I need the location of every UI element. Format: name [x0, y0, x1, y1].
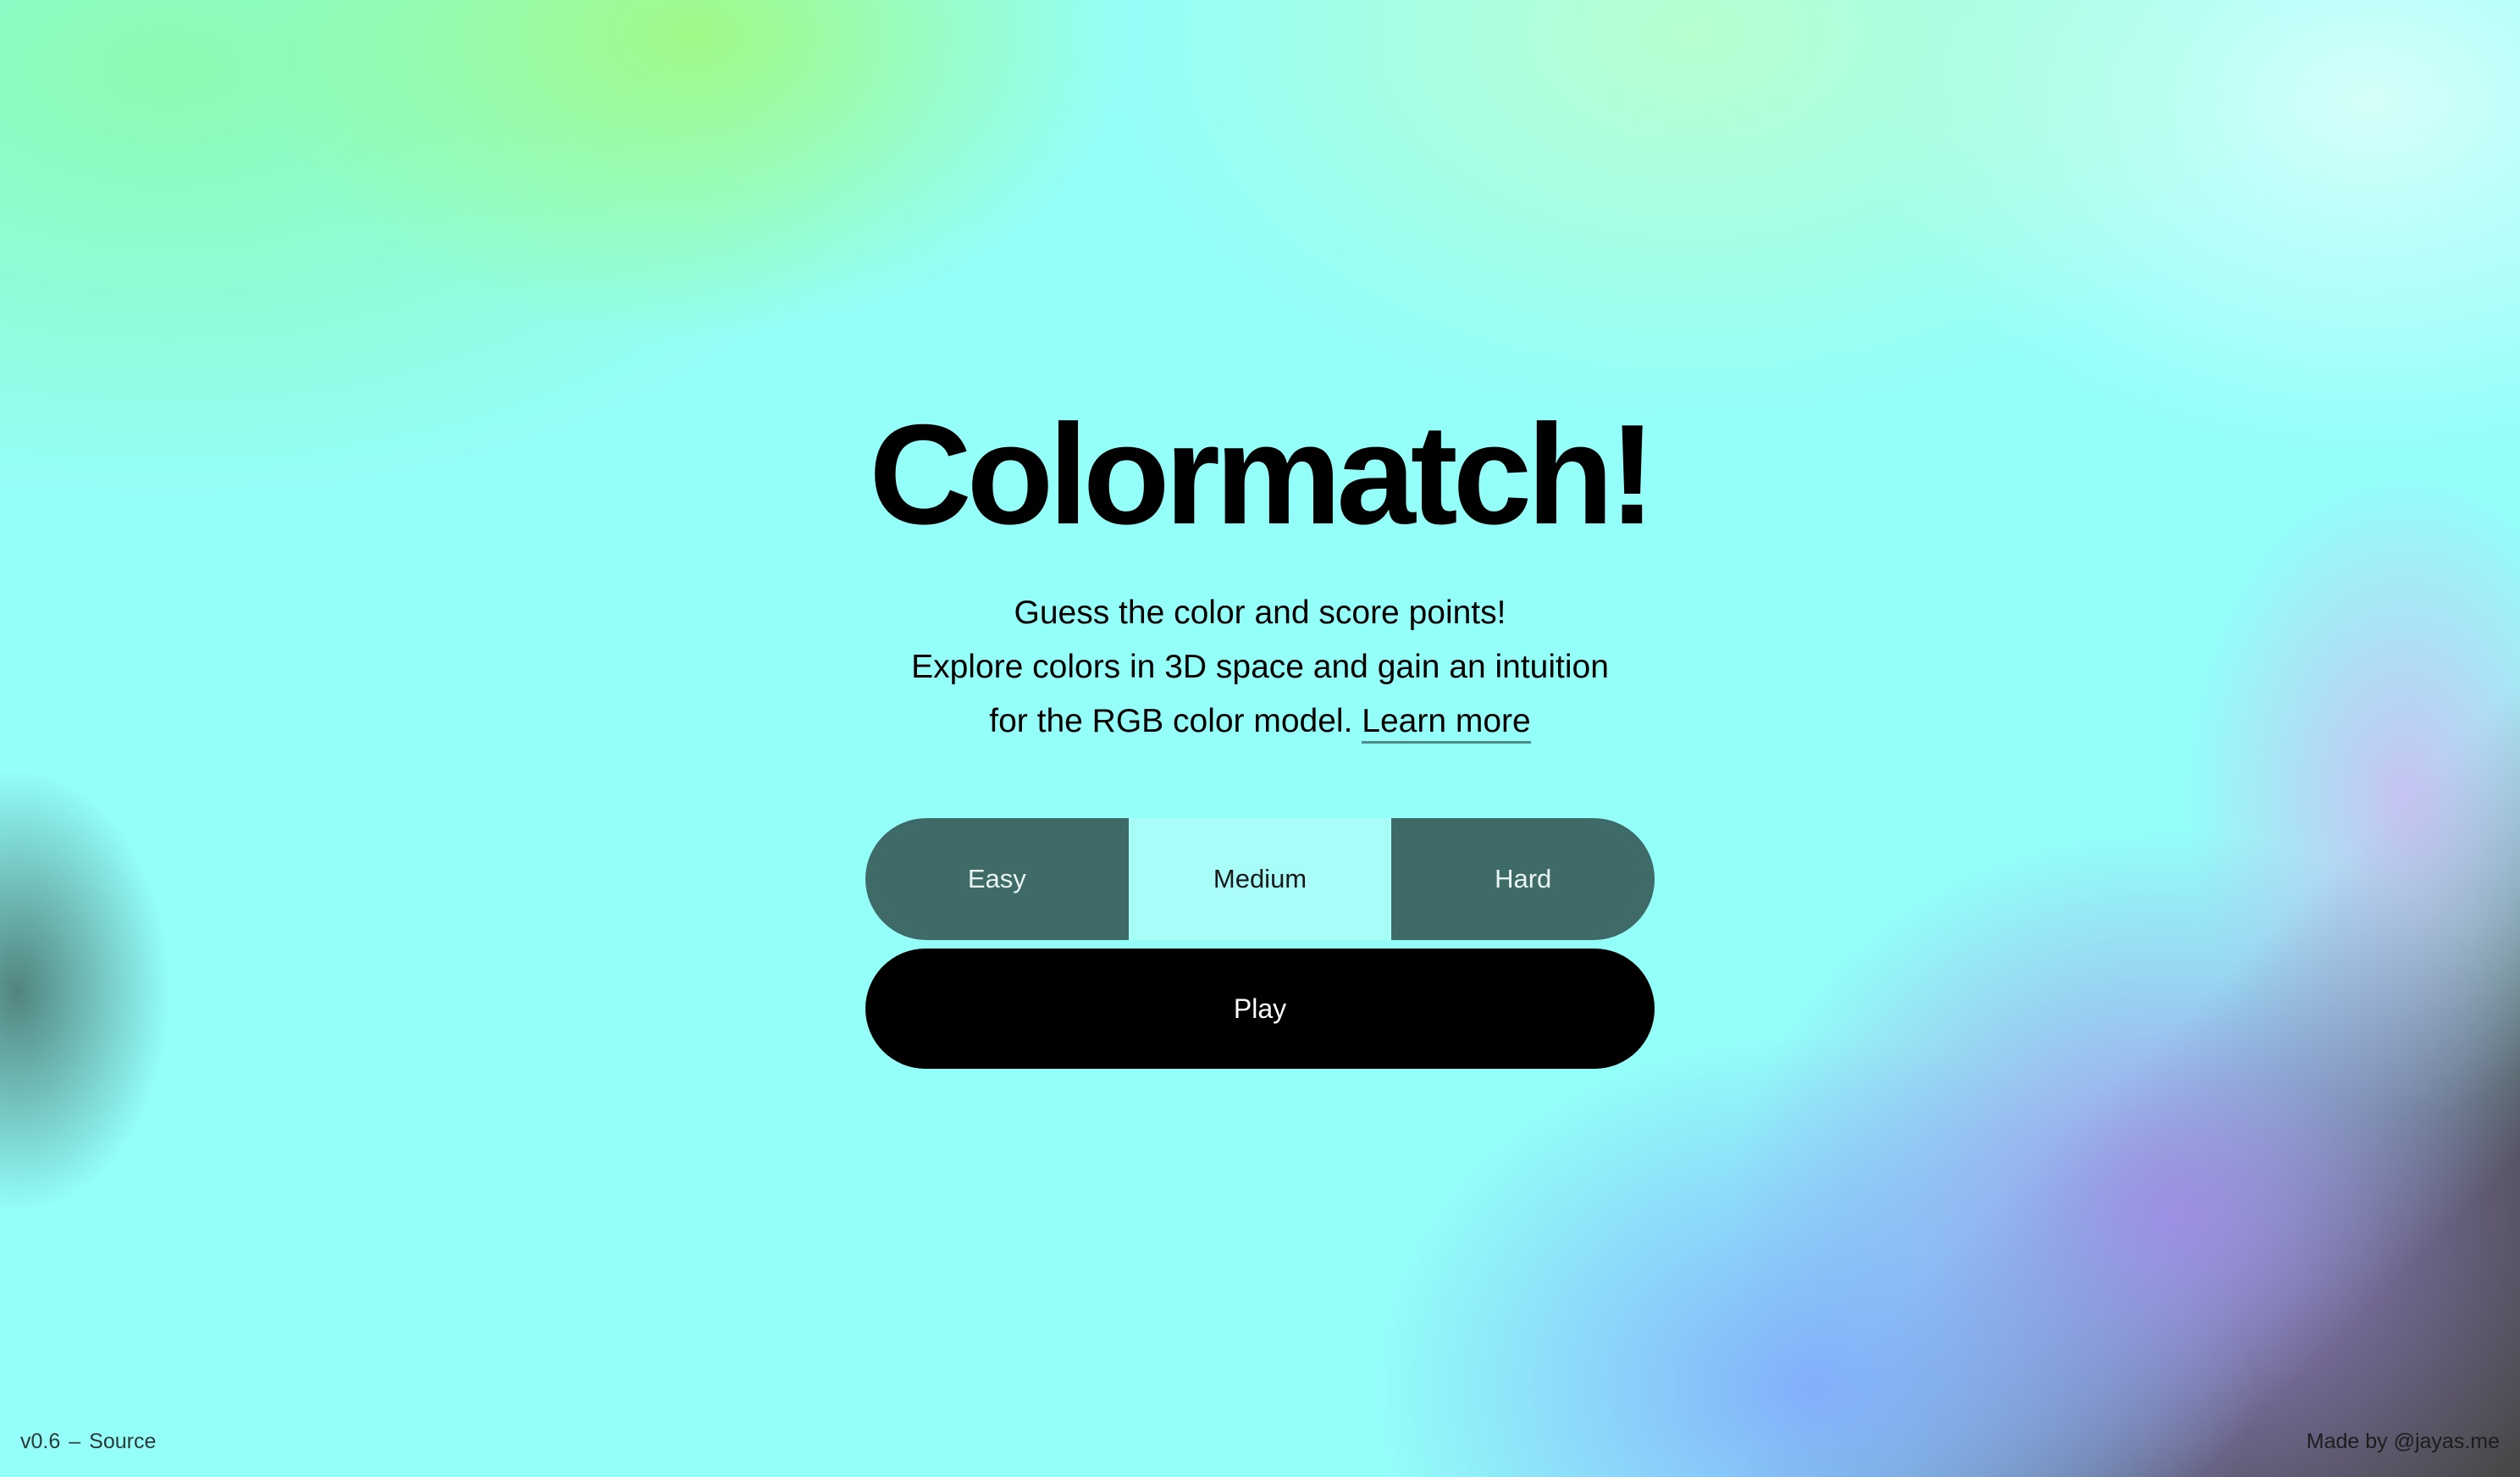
version-label: v0.6: [20, 1430, 61, 1453]
learn-more-link[interactable]: Learn more: [1362, 703, 1531, 744]
difficulty-easy-button[interactable]: Easy: [865, 818, 1129, 940]
page-title: Colormatch!: [869, 395, 1655, 554]
source-link[interactable]: Source: [89, 1430, 156, 1453]
hero: Colormatch! Guess the color and score po…: [865, 395, 1656, 749]
difficulty-medium-button[interactable]: Medium: [1128, 818, 1392, 940]
footer-separator: –: [69, 1430, 81, 1453]
description: Guess the color and score points! Explor…: [865, 586, 1655, 749]
description-line-3: for the RGB color model. Learn more: [865, 694, 1655, 749]
play-button[interactable]: Play: [865, 949, 1655, 1069]
difficulty-hard-button[interactable]: Hard: [1391, 818, 1655, 940]
description-line-1: Guess the color and score points!: [1014, 595, 1506, 631]
description-line-2: Explore colors in 3D space and gain an i…: [911, 649, 1609, 685]
description-line-3-text: for the RGB color model.: [989, 703, 1353, 739]
version-info: v0.6– Source: [20, 1430, 156, 1454]
author-credit-link[interactable]: Made by @jayas.me: [2307, 1430, 2500, 1454]
difficulty-selector: Easy Medium Hard: [865, 818, 1655, 940]
